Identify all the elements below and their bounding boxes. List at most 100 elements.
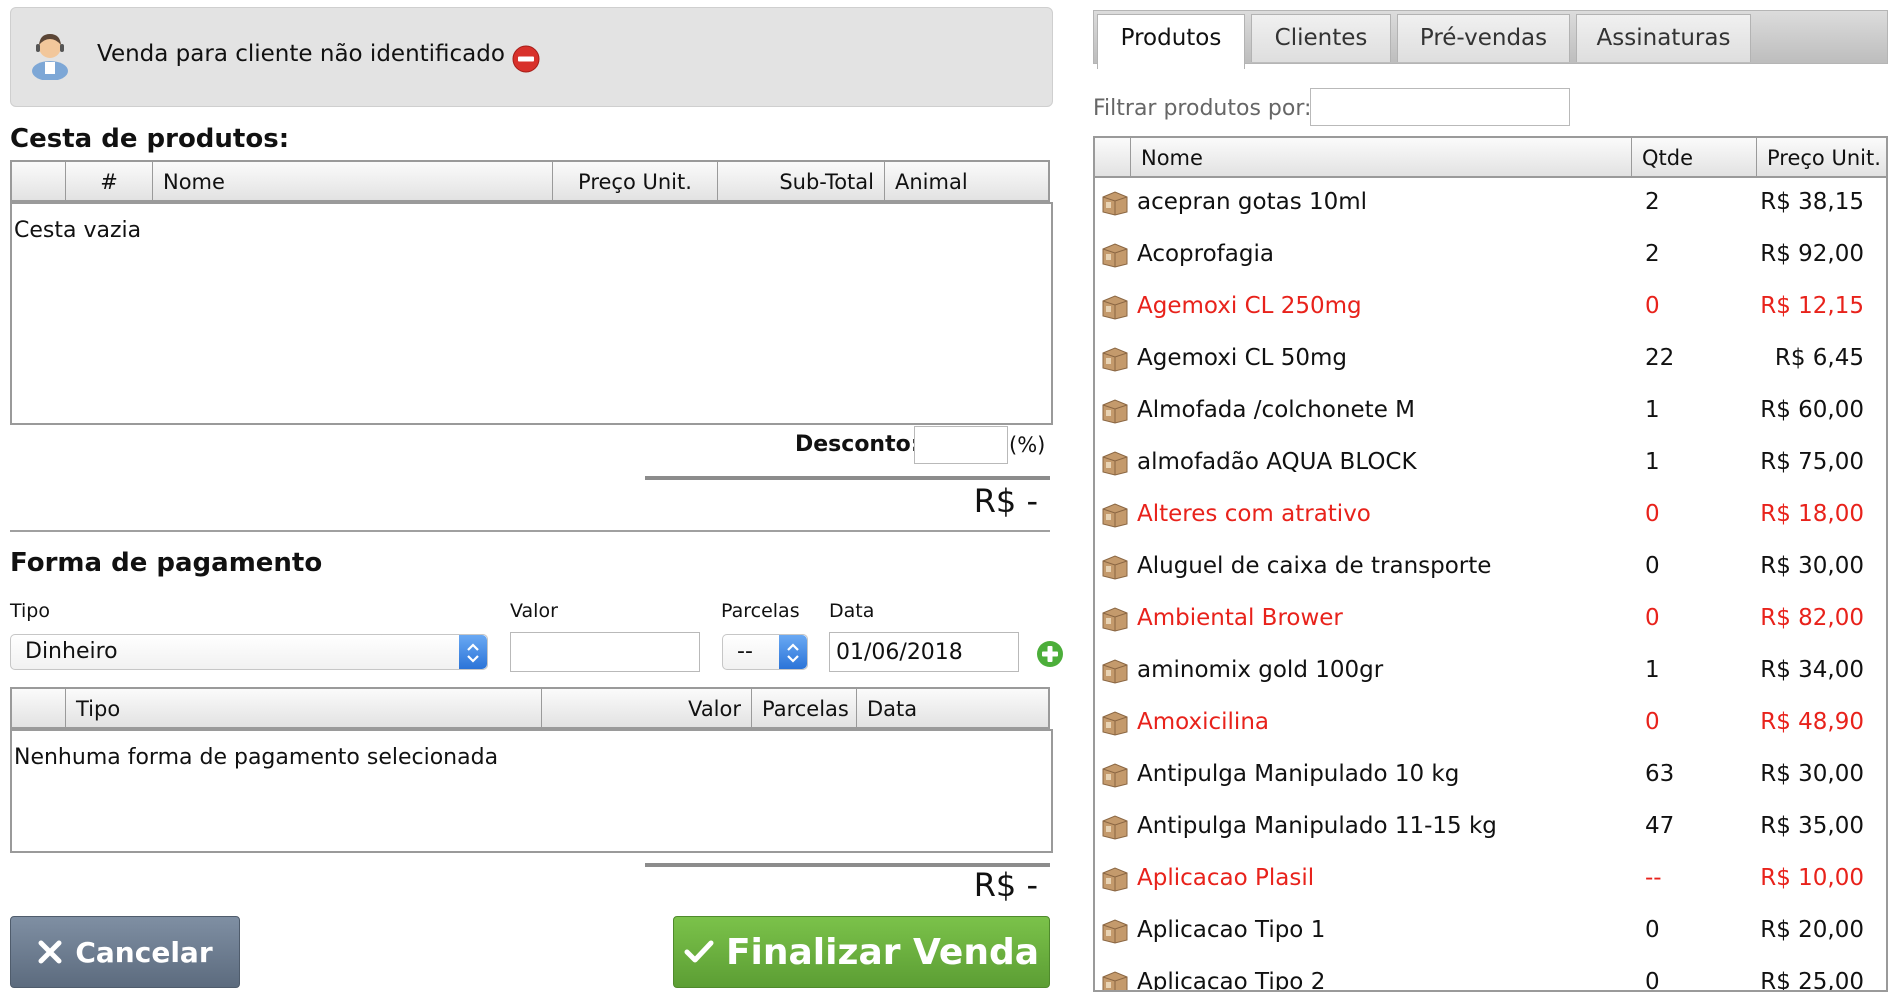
product-col-name[interactable]: Nome <box>1131 138 1632 176</box>
product-price: R$ 35,00 <box>1760 813 1864 839</box>
payment-value-input[interactable] <box>510 632 700 672</box>
finish-sale-button-label: Finalizar Venda <box>725 931 1040 973</box>
product-box-icon <box>1101 710 1129 736</box>
customer-avatar-icon <box>28 30 72 81</box>
product-row[interactable]: aminomix gold 100gr 1 R$ 34,00 <box>1095 646 1886 698</box>
product-price: R$ 75,00 <box>1760 449 1864 475</box>
product-row[interactable]: Agemoxi CL 250mg 0 R$ 12,15 <box>1095 282 1886 334</box>
product-name: Acoprofagia <box>1137 241 1274 267</box>
payment-table-body: Nenhuma forma de pagamento selecionada <box>10 729 1053 853</box>
payment-title: Forma de pagamento <box>10 548 323 578</box>
payment-col-installments: Parcelas <box>752 689 857 727</box>
payment-type-selected: Dinheiro <box>25 639 118 664</box>
discount-input[interactable] <box>914 426 1008 464</box>
payment-col-select <box>12 689 66 727</box>
product-box-icon <box>1101 918 1129 944</box>
finish-sale-button[interactable]: Finalizar Venda <box>673 916 1050 988</box>
payment-type-label: Tipo <box>10 600 50 622</box>
product-price: R$ 25,00 <box>1760 969 1864 992</box>
product-price: R$ 30,00 <box>1760 761 1864 787</box>
product-box-icon <box>1101 606 1129 632</box>
product-price: R$ 82,00 <box>1760 605 1864 631</box>
cancel-button[interactable]: Cancelar <box>10 916 240 988</box>
basket-col-subtotal: Sub-Total <box>718 162 885 200</box>
product-col-price[interactable]: Preço Unit. <box>1757 138 1886 176</box>
product-row[interactable]: almofadão AQUA BLOCK 1 R$ 75,00 <box>1095 438 1886 490</box>
product-row[interactable]: Ambiental Brower 0 R$ 82,00 <box>1095 594 1886 646</box>
payment-date-input[interactable] <box>829 632 1019 672</box>
product-qty: 0 <box>1645 553 1660 579</box>
tab-produtos[interactable]: Produtos <box>1097 14 1245 69</box>
product-name: acepran gotas 10ml <box>1137 189 1368 215</box>
product-box-icon <box>1101 762 1129 788</box>
product-list[interactable]: acepran gotas 10ml 2 R$ 38,15 Acoprofagia 2 R… <box>1093 178 1888 992</box>
product-box-icon <box>1101 502 1129 528</box>
tab-assinaturas[interactable]: Assinaturas <box>1576 14 1751 62</box>
product-row[interactable]: Antipulga Manipulado 10 kg 63 R$ 30,00 <box>1095 750 1886 802</box>
product-row[interactable]: Aplicacao Tipo 1 0 R$ 20,00 <box>1095 906 1886 958</box>
select-arrows-icon <box>459 635 487 669</box>
product-name: aminomix gold 100gr <box>1137 657 1384 683</box>
product-box-icon <box>1101 190 1129 216</box>
product-qty: 2 <box>1645 189 1660 215</box>
product-qty: 1 <box>1645 449 1660 475</box>
product-row[interactable]: Alteres com atrativo 0 R$ 18,00 <box>1095 490 1886 542</box>
product-qty: 47 <box>1645 813 1675 839</box>
product-box-icon <box>1101 398 1129 424</box>
product-box-icon <box>1101 346 1129 372</box>
product-qty: 0 <box>1645 709 1660 735</box>
product-qty: 22 <box>1645 345 1675 371</box>
basket-table-header: # Nome Preço Unit. Sub-Total Animal <box>10 160 1050 202</box>
product-filter-input[interactable] <box>1310 88 1570 126</box>
basket-total: R$ - <box>973 482 1038 520</box>
product-table-header: Nome Qtde Preço Unit. <box>1093 136 1888 178</box>
remove-customer-icon[interactable] <box>512 45 540 73</box>
product-name: Aplicacao Plasil <box>1137 865 1315 891</box>
product-box-icon <box>1101 970 1129 990</box>
payment-installments-label: Parcelas <box>721 600 800 622</box>
payment-type-select[interactable]: Dinheiro <box>10 634 488 670</box>
product-qty: 0 <box>1645 293 1660 319</box>
product-name: Aplicacao Tipo 1 <box>1137 917 1326 943</box>
payment-installments-select[interactable]: -- <box>722 634 808 670</box>
product-qty: 0 <box>1645 917 1660 943</box>
customer-label: Venda para cliente não identificado <box>97 41 505 67</box>
tab-clientes[interactable]: Clientes <box>1251 14 1391 62</box>
product-price: R$ 48,90 <box>1760 709 1864 735</box>
product-row[interactable]: Almofada /colchonete M 1 R$ 60,00 <box>1095 386 1886 438</box>
product-row[interactable]: Acoprofagia 2 R$ 92,00 <box>1095 230 1886 282</box>
product-price: R$ 92,00 <box>1760 241 1864 267</box>
basket-col-index: # <box>66 162 153 200</box>
product-box-icon <box>1101 554 1129 580</box>
payment-table-header: Tipo Valor Parcelas Data <box>10 687 1050 729</box>
product-name: Aluguel de caixa de transporte <box>1137 553 1492 579</box>
discount-label: Desconto: <box>795 432 920 457</box>
product-row[interactable]: Antipulga Manipulado 11-15 kg 47 R$ 35,00 <box>1095 802 1886 854</box>
product-name: Agemoxi CL 50mg <box>1137 345 1348 371</box>
close-icon <box>38 940 62 964</box>
product-name: almofadão AQUA BLOCK <box>1137 449 1417 475</box>
product-qty: 0 <box>1645 969 1660 992</box>
discount-unit: (%) <box>1009 433 1046 457</box>
product-row[interactable]: Aluguel de caixa de transporte 0 R$ 30,00 <box>1095 542 1886 594</box>
product-row[interactable]: Aplicacao Plasil -- R$ 10,00 <box>1095 854 1886 906</box>
add-payment-icon[interactable] <box>1036 640 1064 668</box>
product-row[interactable]: Amoxicilina 0 R$ 48,90 <box>1095 698 1886 750</box>
product-qty: 63 <box>1645 761 1675 787</box>
select-arrows-icon <box>779 635 807 669</box>
product-row[interactable]: Agemoxi CL 50mg 22 R$ 6,45 <box>1095 334 1886 386</box>
product-name: Ambiental Brower <box>1137 605 1343 631</box>
payment-col-date: Data <box>867 697 918 721</box>
cancel-button-label: Cancelar <box>75 935 213 969</box>
product-name: Alteres com atrativo <box>1137 501 1371 527</box>
product-box-icon <box>1101 294 1129 320</box>
basket-col-price: Preço Unit. <box>553 162 718 200</box>
product-row[interactable]: Aplicacao Tipo 2 0 R$ 25,00 <box>1095 958 1886 992</box>
product-col-qty[interactable]: Qtde <box>1632 138 1757 176</box>
product-row[interactable]: acepran gotas 10ml 2 R$ 38,15 <box>1095 178 1886 230</box>
section-divider <box>10 530 1050 532</box>
product-qty: 2 <box>1645 241 1660 267</box>
product-qty: 0 <box>1645 605 1660 631</box>
product-box-icon <box>1101 450 1129 476</box>
tab-pre-vendas[interactable]: Pré-vendas <box>1397 14 1570 62</box>
